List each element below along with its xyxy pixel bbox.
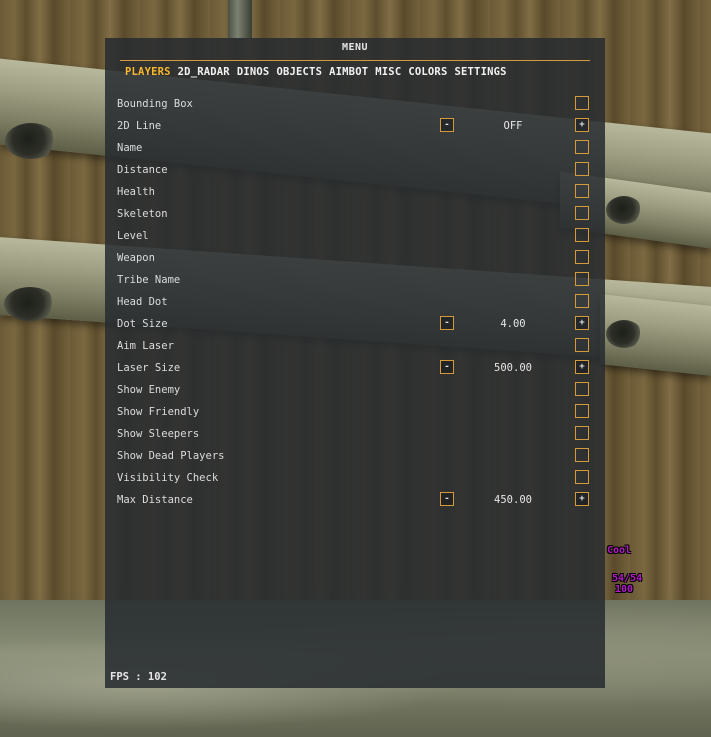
option-label: Show Sleepers <box>117 428 200 440</box>
option-row-laser-size: Laser Size - 500.00 + <box>105 360 605 382</box>
head-dot-checkbox[interactable] <box>575 294 589 308</box>
option-label: Show Enemy <box>117 384 181 396</box>
options-list: Bounding Box 2D Line - OFF + Name Distance Heal… <box>105 96 605 514</box>
tab-players[interactable]: PLAYERS <box>125 66 171 80</box>
option-row-show-enemy: Show Enemy <box>105 382 605 404</box>
cheat-menu-panel: MENU PLAYERS 2D_RADAR DINOS OBJECTS AIMBOT MI… <box>105 38 605 688</box>
dot-size-decrease-button[interactable]: - <box>440 316 454 330</box>
bolt-icon <box>606 320 642 348</box>
option-label: Tribe Name <box>117 274 181 286</box>
option-row-skeleton: Skeleton <box>105 206 605 228</box>
hud-player-percent: 100 <box>615 584 634 595</box>
option-row-max-distance: Max Distance - 450.00 + <box>105 492 605 514</box>
visibility-check-checkbox[interactable] <box>575 470 589 484</box>
option-row-name: Name <box>105 140 605 162</box>
aim-laser-checkbox[interactable] <box>575 338 589 352</box>
option-label: Dot Size <box>117 318 168 330</box>
option-row-show-dead-players: Show Dead Players <box>105 448 605 470</box>
hud-player-tag: Cool <box>607 545 632 556</box>
option-label: Head Dot <box>117 296 168 308</box>
option-row-2d-line: 2D Line - OFF + <box>105 118 605 140</box>
fps-counter: FPS : 102 <box>110 671 167 683</box>
option-row-show-sleepers: Show Sleepers <box>105 426 605 448</box>
tab-objects[interactable]: OBJECTS <box>276 66 322 80</box>
menu-title: MENU <box>341 42 369 53</box>
health-checkbox[interactable] <box>575 184 589 198</box>
tab-misc[interactable]: MISC <box>375 66 401 80</box>
weapon-checkbox[interactable] <box>575 250 589 264</box>
bolt-icon <box>5 123 57 159</box>
tab-aimbot[interactable]: AIMBOT <box>329 66 368 80</box>
option-row-bounding-box: Bounding Box <box>105 96 605 118</box>
max-distance-value: 450.00 <box>494 494 532 506</box>
bolt-icon <box>4 287 56 321</box>
tribe-name-checkbox[interactable] <box>575 272 589 286</box>
option-row-tribe-name: Tribe Name <box>105 272 605 294</box>
2d-line-decrease-button[interactable]: - <box>440 118 454 132</box>
option-label: Show Dead Players <box>117 450 225 462</box>
metal-pole <box>228 0 252 38</box>
show-dead-players-checkbox[interactable] <box>575 448 589 462</box>
show-enemy-checkbox[interactable] <box>575 382 589 396</box>
option-row-distance: Distance <box>105 162 605 184</box>
laser-size-increase-button[interactable]: + <box>575 360 589 374</box>
option-label: Name <box>117 142 143 154</box>
laser-size-value: 500.00 <box>494 362 532 374</box>
tab-colors[interactable]: COLORS <box>408 66 447 80</box>
distance-checkbox[interactable] <box>575 162 589 176</box>
option-label: Weapon <box>117 252 155 264</box>
option-label: Laser Size <box>117 362 181 374</box>
laser-size-decrease-button[interactable]: - <box>440 360 454 374</box>
2d-line-increase-button[interactable]: + <box>575 118 589 132</box>
max-distance-increase-button[interactable]: + <box>575 492 589 506</box>
option-label: Skeleton <box>117 208 168 220</box>
option-row-show-friendly: Show Friendly <box>105 404 605 426</box>
option-label: Aim Laser <box>117 340 174 352</box>
hud-player-health: 54/54 <box>612 573 643 584</box>
option-label: Visibility Check <box>117 472 219 484</box>
option-row-weapon: Weapon <box>105 250 605 272</box>
name-checkbox[interactable] <box>575 140 589 154</box>
dot-size-value: 4.00 <box>500 318 526 330</box>
option-label: Max Distance <box>117 494 193 506</box>
show-friendly-checkbox[interactable] <box>575 404 589 418</box>
option-label: Health <box>117 186 155 198</box>
option-label: Show Friendly <box>117 406 200 418</box>
bolt-icon <box>606 196 642 224</box>
dot-size-increase-button[interactable]: + <box>575 316 589 330</box>
option-row-dot-size: Dot Size - 4.00 + <box>105 316 605 338</box>
option-label: Level <box>117 230 149 242</box>
option-label: Distance <box>117 164 168 176</box>
tab-settings[interactable]: SETTINGS <box>454 66 506 80</box>
option-row-level: Level <box>105 228 605 250</box>
option-row-visibility-check: Visibility Check <box>105 470 605 492</box>
title-divider <box>120 60 590 61</box>
max-distance-decrease-button[interactable]: - <box>440 492 454 506</box>
2d-line-value: OFF <box>503 120 523 132</box>
option-row-aim-laser: Aim Laser <box>105 338 605 360</box>
tab-2d-radar[interactable]: 2D_RADAR <box>178 66 230 80</box>
option-row-head-dot: Head Dot <box>105 294 605 316</box>
option-label: Bounding Box <box>117 98 193 110</box>
show-sleepers-checkbox[interactable] <box>575 426 589 440</box>
option-row-health: Health <box>105 184 605 206</box>
bounding-box-checkbox[interactable] <box>575 96 589 110</box>
skeleton-checkbox[interactable] <box>575 206 589 220</box>
option-label: 2D Line <box>117 120 162 132</box>
level-checkbox[interactable] <box>575 228 589 242</box>
menu-tabs: PLAYERS 2D_RADAR DINOS OBJECTS AIMBOT MISC COL… <box>125 66 507 80</box>
tab-dinos[interactable]: DINOS <box>237 66 270 80</box>
